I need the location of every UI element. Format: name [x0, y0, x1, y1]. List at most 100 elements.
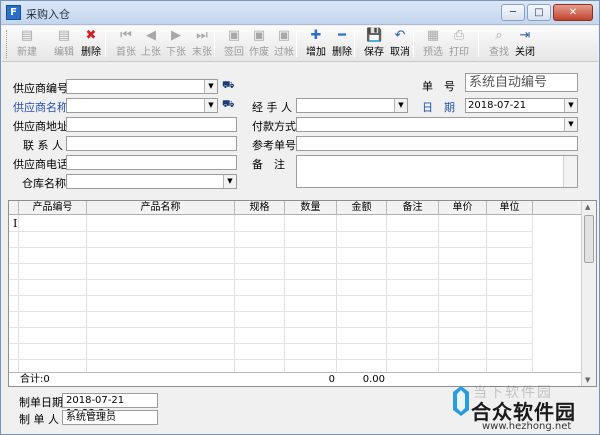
print-icon: ⎙	[453, 28, 465, 43]
supplier-code-label: 供应商编号	[13, 82, 68, 95]
date-picker[interactable]: 2018-07-21 ▼	[465, 98, 578, 113]
creator-field: 系统管理员	[62, 410, 158, 425]
save-icon: 💾	[366, 28, 383, 43]
total-quantity: 0	[328, 374, 335, 385]
window-title: 采购入仓	[26, 8, 70, 21]
grid-column-header[interactable]: 金额	[337, 201, 387, 215]
toolbar-button-label: 预选	[423, 47, 443, 58]
chevron-down-icon[interactable]: ▼	[564, 118, 577, 131]
toolbar-button-label: 删除	[81, 47, 101, 58]
sign-back-icon: ▣	[227, 28, 241, 43]
supplier-phone-field[interactable]	[66, 155, 237, 170]
remark-scrollbar[interactable]	[563, 156, 577, 187]
reference-no-field[interactable]	[296, 136, 578, 151]
grid-column-line	[86, 215, 87, 372]
supplier-name-select[interactable]: ▼	[66, 98, 218, 113]
chevron-down-icon[interactable]: ▼	[564, 99, 577, 112]
remark-label: 备 注	[252, 158, 285, 171]
supplier-name-lookup-icon[interactable]: ⛟	[222, 99, 235, 111]
edit-icon: ▤	[57, 28, 71, 43]
toolbar-button-label: 查找	[489, 47, 509, 58]
app-window: F 采购入仓 ─ □ ✕ ▤ 新建 ▤ 编辑 ✖ 删除 ⏮ 首张 ◀ 上张 ▶ 下张 ⏭ 末张 ▣ 签回 ▣ 作废…	[0, 0, 600, 435]
supplier-code-lookup-icon[interactable]: ⛟	[222, 80, 235, 92]
contact-field[interactable]	[66, 136, 237, 151]
grid-column-header[interactable]: 产品编号	[19, 201, 87, 215]
grid-column-header[interactable]: 规格	[235, 201, 285, 215]
title-bar: F 采购入仓 ─ □ ✕	[1, 1, 599, 25]
toolbar-button-add-row[interactable]: ✚ 增加	[303, 27, 329, 61]
supplier-phone-label: 供应商电话	[13, 158, 68, 171]
watermark-logo-icon	[453, 386, 469, 416]
contact-label: 联 系 人	[23, 139, 63, 152]
scroll-down-icon[interactable]: ▼	[585, 376, 590, 384]
chevron-down-icon[interactable]: ▼	[204, 99, 217, 112]
toolbar-button-label: 关闭	[515, 47, 535, 58]
grid-column-header[interactable]: 单位	[487, 201, 533, 215]
supplier-address-field[interactable]	[66, 117, 237, 132]
grid-column-line	[438, 215, 439, 372]
totals-label: 合计:0	[20, 374, 50, 385]
toolbar-button-post[interactable]: ▣ 过帐	[271, 27, 297, 61]
toolbar-button-close-door[interactable]: ⇥ 关闭	[512, 27, 538, 61]
creator-label: 制 单 人	[19, 413, 59, 426]
grid-scroll-thumb[interactable]	[584, 215, 594, 263]
handler-label: 经 手 人	[252, 101, 292, 114]
first-record-icon: ⏮	[120, 28, 132, 43]
supplier-code-select[interactable]: ▼	[66, 79, 218, 94]
handler-select[interactable]: ▼	[296, 98, 408, 113]
post-icon: ▣	[277, 28, 291, 43]
grid-column-header[interactable]: 单价	[439, 201, 487, 215]
payment-method-label: 付款方式	[252, 120, 296, 133]
watermark-url: www.hezhong.net	[482, 421, 572, 432]
toolbar-button-first-record[interactable]: ⏮ 首张	[113, 27, 139, 61]
maximize-button[interactable]: □	[527, 4, 551, 21]
chevron-down-icon[interactable]: ▼	[394, 99, 407, 112]
remark-textarea[interactable]	[296, 155, 578, 188]
toolbar-button-search[interactable]: ⌕ 查找	[486, 27, 512, 61]
toolbar-button-last-record[interactable]: ⏭ 末张	[189, 27, 215, 61]
form-area: 供应商编号 ▼ ⛟ 供应商名称 ▼ ⛟ 供应商地址 联 系 人 供应商电话 仓库…	[2, 63, 598, 198]
supplier-address-label: 供应商地址	[13, 120, 68, 133]
toolbar-button-label: 新建	[17, 47, 37, 58]
chevron-down-icon[interactable]: ▼	[204, 80, 217, 93]
toolbar-button-sign-back[interactable]: ▣ 签回	[221, 27, 247, 61]
close-window-button[interactable]: ✕	[553, 4, 593, 21]
chevron-down-icon[interactable]: ▼	[223, 175, 236, 188]
grid-row-line	[9, 327, 533, 328]
toolbar-button-delete-x[interactable]: ✖ 删除	[78, 27, 104, 61]
grid-column-header[interactable]: 备注	[387, 201, 439, 215]
toolbar-button-print[interactable]: ⎙ 打印	[446, 27, 472, 61]
toolbar-button-remove-row[interactable]: ━ 删除	[329, 27, 355, 61]
toolbar-button-save[interactable]: 💾 保存	[361, 27, 387, 61]
doc-no-label: 单 号	[422, 80, 455, 93]
grid-column-header[interactable]: 产品名称	[87, 201, 235, 215]
toolbar-button-next-record[interactable]: ▶ 下张	[163, 27, 189, 61]
toolbar-button-new-document[interactable]: ▤ 新建	[14, 27, 40, 61]
minimize-button[interactable]: ─	[501, 4, 525, 21]
grid-column-line	[336, 215, 337, 372]
toolbar-grip[interactable]	[6, 30, 9, 58]
cancel-icon: ↶	[394, 28, 406, 43]
toolbar-button-void[interactable]: ▣ 作废	[246, 27, 272, 61]
search-icon: ⌕	[495, 28, 503, 43]
toolbar-button-label: 保存	[364, 47, 384, 58]
new-document-icon: ▤	[20, 28, 34, 43]
grid-header: 产品编号 产品名称 规格 数量 金额 备注 单价 单位	[9, 201, 583, 215]
doc-no-field: 系统自动编号	[465, 73, 578, 92]
grid-scrollbar[interactable]: ▲ ▼	[581, 201, 596, 386]
payment-method-select[interactable]: ▼	[296, 117, 578, 132]
toolbar-button-edit[interactable]: ▤ 编辑	[51, 27, 77, 61]
toolbar-button-preselect[interactable]: ▦ 预选	[420, 27, 446, 61]
product-grid[interactable]: 产品编号 产品名称 规格 数量 金额 备注 单价 单位 I 合计:0 0 0.00 ▲ ▼	[8, 200, 597, 387]
date-value: 2018-07-21	[468, 100, 527, 111]
app-icon: F	[6, 5, 21, 20]
last-record-icon: ⏭	[196, 28, 208, 43]
grid-column-header[interactable]: 数量	[285, 201, 337, 215]
toolbar-button-label: 上张	[141, 47, 161, 58]
warehouse-select[interactable]: ▼	[66, 174, 237, 189]
toolbar-button-previous-record[interactable]: ◀ 上张	[138, 27, 164, 61]
toolbar-button-label: 下张	[166, 47, 186, 58]
toolbar-button-cancel[interactable]: ↶ 取消	[387, 27, 413, 61]
date-label: 日 期	[422, 101, 455, 114]
scroll-up-icon[interactable]: ▲	[585, 203, 590, 211]
